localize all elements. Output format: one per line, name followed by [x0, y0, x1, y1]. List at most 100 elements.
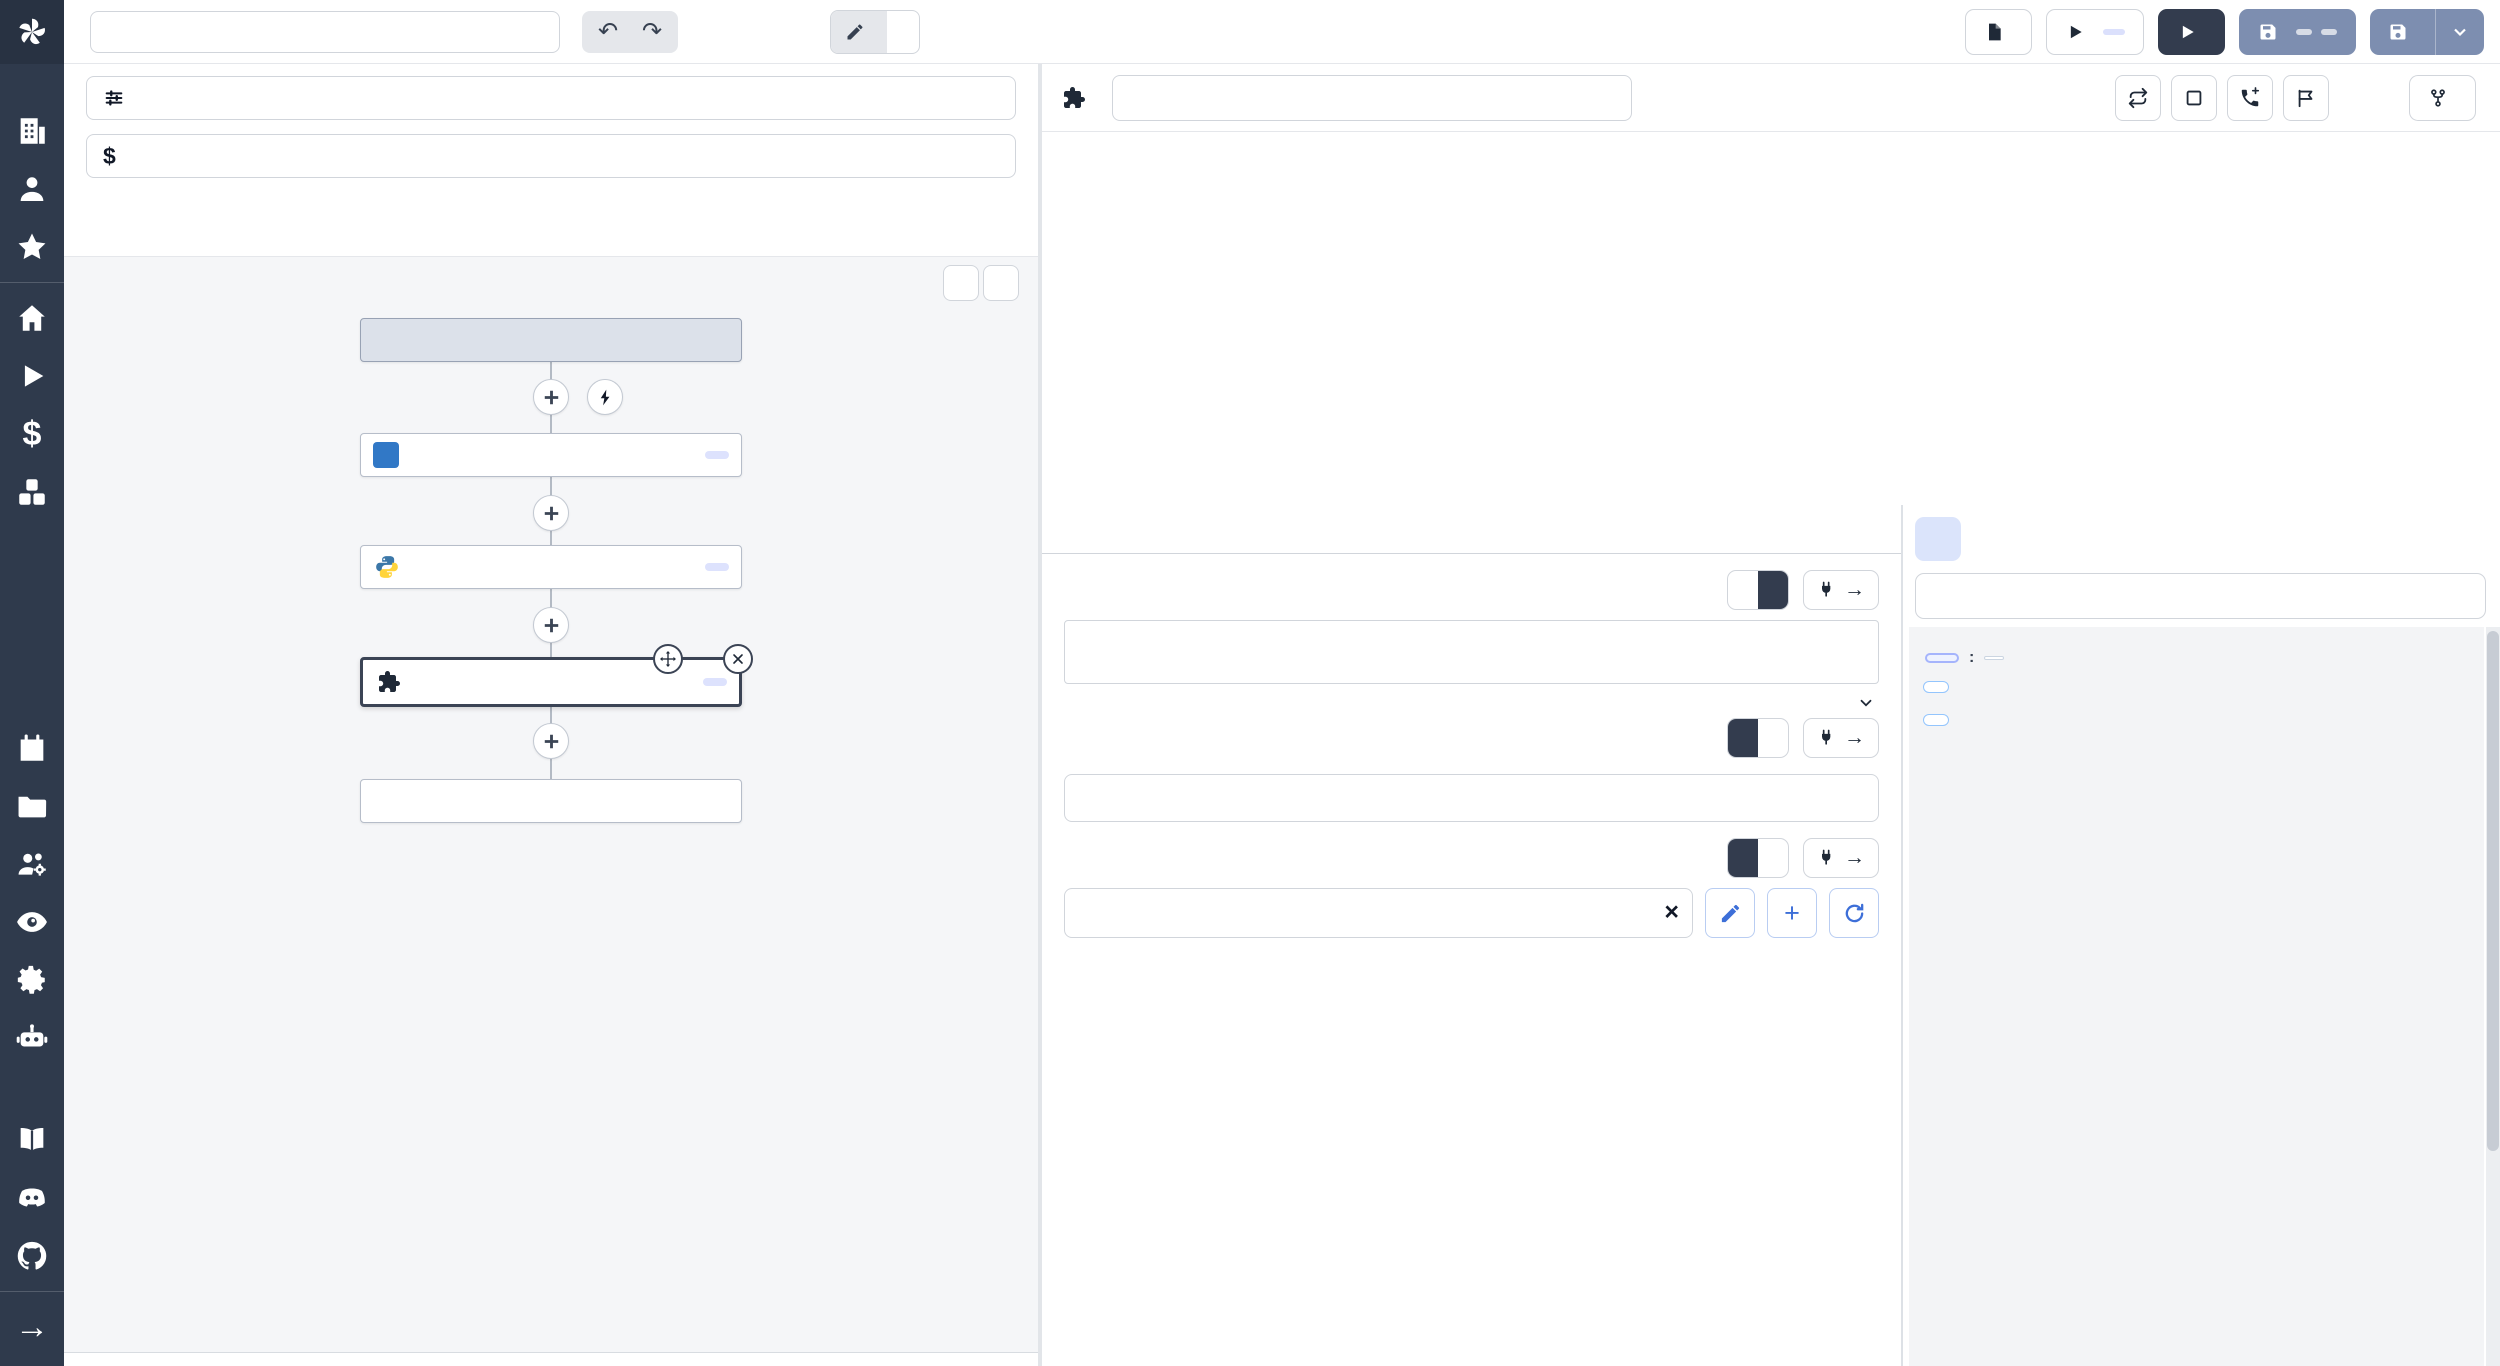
python-icon [373, 553, 401, 581]
code-mode-button[interactable] [1758, 839, 1788, 877]
move-step-button[interactable] [653, 644, 683, 674]
stop-square-button[interactable] [2171, 75, 2217, 121]
node-parses-content-of-email[interactable] [360, 545, 742, 589]
add-trigger-button[interactable] [587, 379, 623, 415]
code-editor[interactable] [1042, 132, 2500, 505]
zoom-out-button[interactable] [983, 265, 1019, 301]
static-mode-button[interactable] [1728, 839, 1758, 877]
panel-splitter[interactable] [1038, 64, 1042, 1366]
edit-resource-button[interactable] [1705, 888, 1755, 938]
resources-cubes-icon[interactable] [0, 463, 64, 521]
plus-icon [542, 732, 561, 751]
undo-button[interactable]: ↶ [586, 13, 630, 51]
text-field-header: → [1064, 570, 1879, 610]
topbar: ↶ ↷ [64, 0, 2500, 64]
play-icon [2065, 22, 2085, 42]
groups-users-icon[interactable] [0, 835, 64, 893]
search-prop-input[interactable] [1915, 573, 2486, 619]
flow-graph-canvas[interactable] [64, 256, 1038, 1352]
close-icon [730, 651, 746, 667]
save-icon [2388, 22, 2408, 42]
home-icon[interactable] [0, 289, 64, 347]
channel-field-header: → [1064, 718, 1879, 758]
audit-eye-icon[interactable] [0, 893, 64, 951]
robot-icon[interactable] [0, 1009, 64, 1067]
docs-book-icon[interactable] [0, 1111, 64, 1169]
save-draft-button[interactable] [2239, 9, 2356, 55]
node-result[interactable] [360, 779, 742, 823]
edit-or-connect-button[interactable] [1915, 517, 1961, 561]
step-id-badge [703, 678, 727, 686]
zoom-in-button[interactable] [943, 265, 979, 301]
play-icon [2177, 22, 2197, 42]
plug-icon [1817, 848, 1837, 868]
all-static-inputs-button[interactable]: $ [86, 134, 1016, 178]
step-header [1042, 64, 2500, 132]
step-badge [2103, 29, 2125, 35]
add-step-button[interactable] [533, 607, 569, 643]
undo-redo-group: ↶ ↷ [582, 11, 678, 53]
flow-title-input[interactable] [90, 11, 560, 53]
clear-resource-icon[interactable]: × [1664, 898, 1679, 927]
refresh-icon [1843, 902, 1866, 925]
connect-input-button[interactable]: → [1803, 838, 1879, 878]
fork-button[interactable] [2409, 75, 2476, 121]
square-icon [2183, 87, 2205, 109]
deploy-more-chevron[interactable] [2435, 9, 2484, 55]
flow-graph-panel: $ [64, 64, 1038, 1366]
path-edit-button[interactable] [831, 11, 887, 53]
connect-input-button[interactable]: → [1803, 718, 1879, 758]
deploy-button[interactable] [2370, 9, 2435, 55]
add-step-button[interactable] [533, 723, 569, 759]
delete-step-button[interactable] [723, 644, 753, 674]
schedules-calendar-icon[interactable] [0, 719, 64, 777]
settings-gear-icon[interactable] [0, 951, 64, 1009]
code-mode-button[interactable] [1758, 571, 1788, 609]
github-icon[interactable] [0, 1227, 64, 1285]
code-mode-button[interactable] [1758, 719, 1788, 757]
scrollbar-thumb[interactable] [2487, 631, 2499, 1151]
all-results-object-pill[interactable] [1923, 681, 1949, 693]
swap-script-button[interactable] [2115, 75, 2161, 121]
json-button[interactable] [1965, 9, 2032, 55]
plus-icon [542, 616, 561, 635]
path-value[interactable] [887, 11, 919, 53]
runs-play-icon[interactable] [0, 347, 64, 405]
slack-resource-input[interactable] [1064, 888, 1693, 938]
text-expression-editor[interactable] [1064, 620, 1879, 684]
call-phone-button[interactable] [2227, 75, 2273, 121]
arrows-move-icon [660, 651, 676, 667]
windmill-logo[interactable] [0, 0, 64, 64]
result-key-a-pill[interactable] [1925, 653, 1959, 663]
refresh-resource-button[interactable] [1829, 888, 1879, 938]
node-send-message-selected[interactable] [360, 657, 742, 707]
variables-object-pill[interactable] [1923, 714, 1949, 726]
node-parses-to-json[interactable] [360, 433, 742, 477]
test-up-to-button[interactable] [2046, 9, 2144, 55]
flag-button[interactable] [2283, 75, 2329, 121]
step-editor-panel: → [1042, 64, 2500, 1366]
collapse-button[interactable] [1984, 656, 2004, 660]
user-icon[interactable] [0, 160, 64, 218]
folders-icon[interactable] [0, 777, 64, 835]
workspace-icon[interactable] [0, 102, 64, 160]
favorites-star-icon[interactable] [0, 218, 64, 276]
add-resource-button[interactable]: + [1767, 888, 1817, 938]
variables-dollar-icon[interactable]: $ [0, 405, 64, 463]
expand-rail-arrow-icon[interactable]: → [0, 1298, 64, 1356]
add-step-button[interactable] [533, 495, 569, 531]
flow-settings-button[interactable] [86, 76, 1016, 120]
interpolate-mode-button[interactable] [1728, 571, 1758, 609]
bottom-collapsed-panel[interactable] [64, 1352, 1038, 1366]
path-control[interactable] [830, 10, 920, 54]
channel-value-input[interactable] [1064, 774, 1879, 822]
test-flow-button[interactable] [2158, 9, 2225, 55]
discord-icon[interactable] [0, 1169, 64, 1227]
step-name-input[interactable] [1112, 75, 1632, 121]
add-step-button[interactable] [533, 379, 569, 415]
connect-input-button[interactable]: → [1803, 570, 1879, 610]
node-input[interactable] [360, 318, 742, 362]
prop-scrollbar [2486, 627, 2500, 1366]
redo-button[interactable]: ↷ [630, 13, 674, 51]
interpolate-mode-button[interactable] [1728, 719, 1758, 757]
